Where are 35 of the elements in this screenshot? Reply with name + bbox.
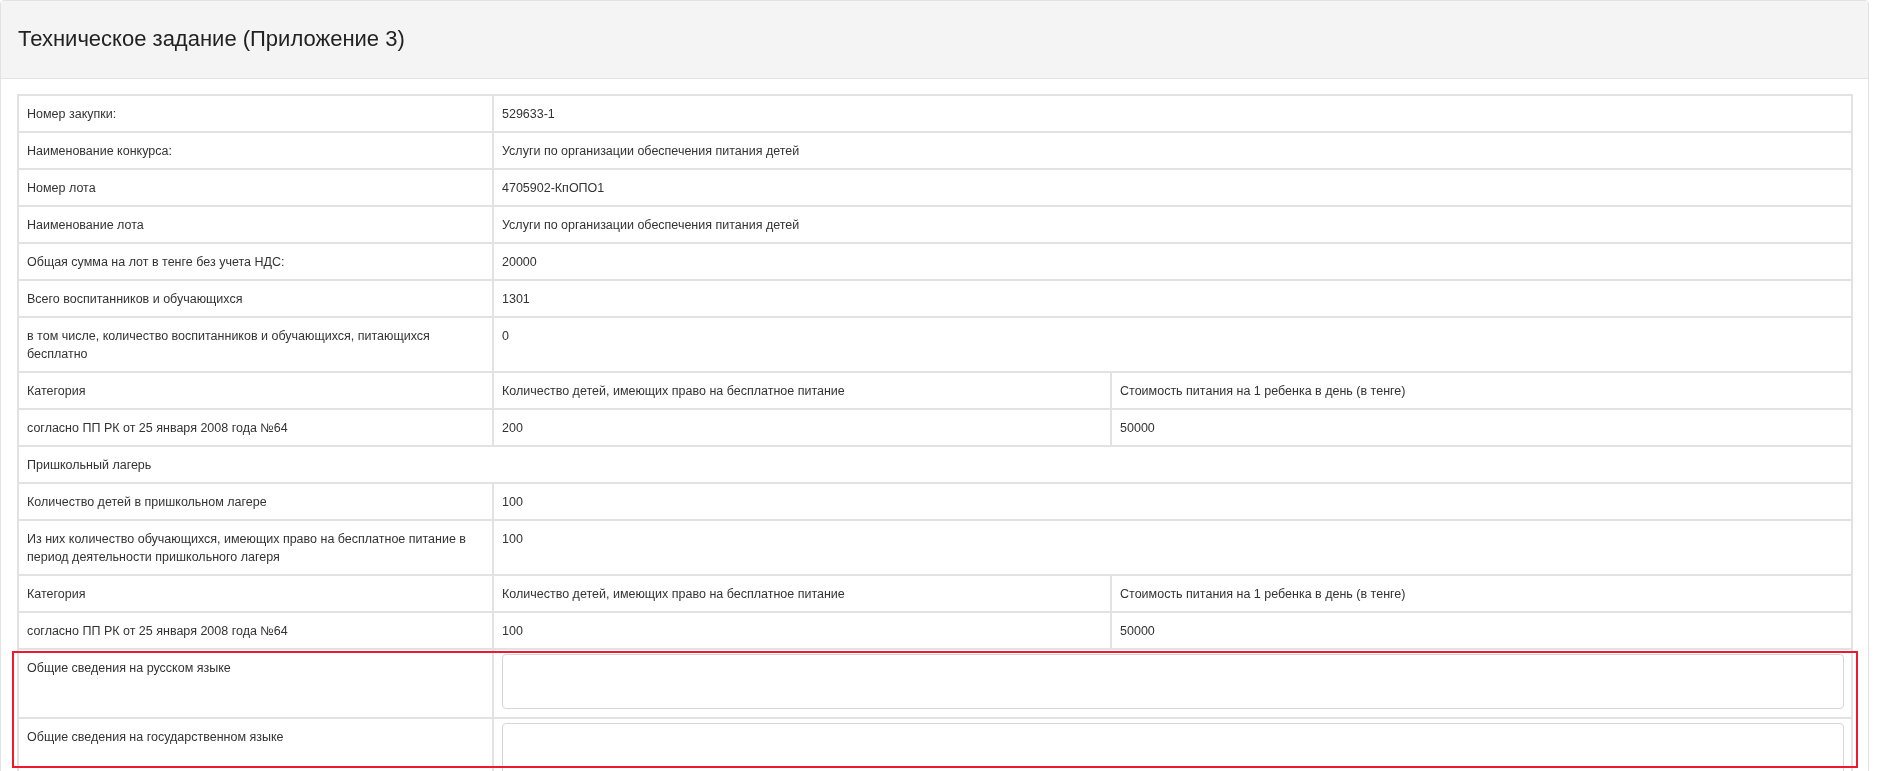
value-cell: 0	[493, 317, 1852, 372]
value-cell: 100	[493, 612, 1112, 649]
label-cell: Общие сведения на государственном языке	[18, 718, 493, 771]
value-cell: Услуги по организации обеспечения питания детей	[493, 206, 1852, 243]
label-cell: Общие сведения на русском языке	[18, 649, 493, 718]
value-cell: Услуги по организации обеспечения питания детей	[493, 132, 1852, 169]
value-cell: 4705902-КпОПО1	[493, 169, 1852, 206]
value-cell: 50000	[1111, 409, 1852, 446]
label-cell: Номер лота	[18, 169, 493, 206]
value-cell: 20000	[493, 243, 1852, 280]
label-cell: Из них количество обучающихся, имеющих право на бесплатное питание в период деятельности пришкольного лагеря	[18, 520, 493, 575]
label-cell: Всего воспитанников и обучающихся	[18, 280, 493, 317]
label-cell: Номер закупки:	[18, 95, 493, 132]
label-cell: Категория	[18, 372, 493, 409]
label-cell: в том числе, количество воспитанников и обучающихся, питающихся бесплатно	[18, 317, 493, 372]
value-cell: 100	[493, 483, 1852, 520]
value-cell: Количество детей, имеющих право на бесплатное питание	[493, 372, 1112, 409]
label-cell: Наименование конкурса:	[18, 132, 493, 169]
label-cell: Количество детей в пришкольном лагере	[18, 483, 493, 520]
label-cell: согласно ПП РК от 25 января 2008 года №64	[18, 612, 493, 649]
value-cell: 50000	[1111, 612, 1852, 649]
section-cell: Пришкольный лагерь	[18, 446, 1852, 483]
value-cell: Стоимость питания на 1 ребенка в день (в тенге)	[1111, 575, 1852, 612]
value-cell: 100	[493, 520, 1852, 575]
value-cell: Количество детей, имеющих право на бесплатное питание	[493, 575, 1112, 612]
text-area[interactable]	[502, 723, 1844, 771]
label-cell: Категория	[18, 575, 493, 612]
value-cell: 529633-1	[493, 95, 1852, 132]
label-cell: согласно ПП РК от 25 января 2008 года №64	[18, 409, 493, 446]
card-title: Техническое задание (Приложение 3)	[18, 26, 405, 53]
label-cell: Наименование лота	[18, 206, 493, 243]
value-cell: 200	[493, 409, 1112, 446]
value-cell: Стоимость питания на 1 ребенка в день (в тенге)	[1111, 372, 1852, 409]
value-cell: 1301	[493, 280, 1852, 317]
label-cell: Общая сумма на лот в тенге без учета НДС:	[18, 243, 493, 280]
